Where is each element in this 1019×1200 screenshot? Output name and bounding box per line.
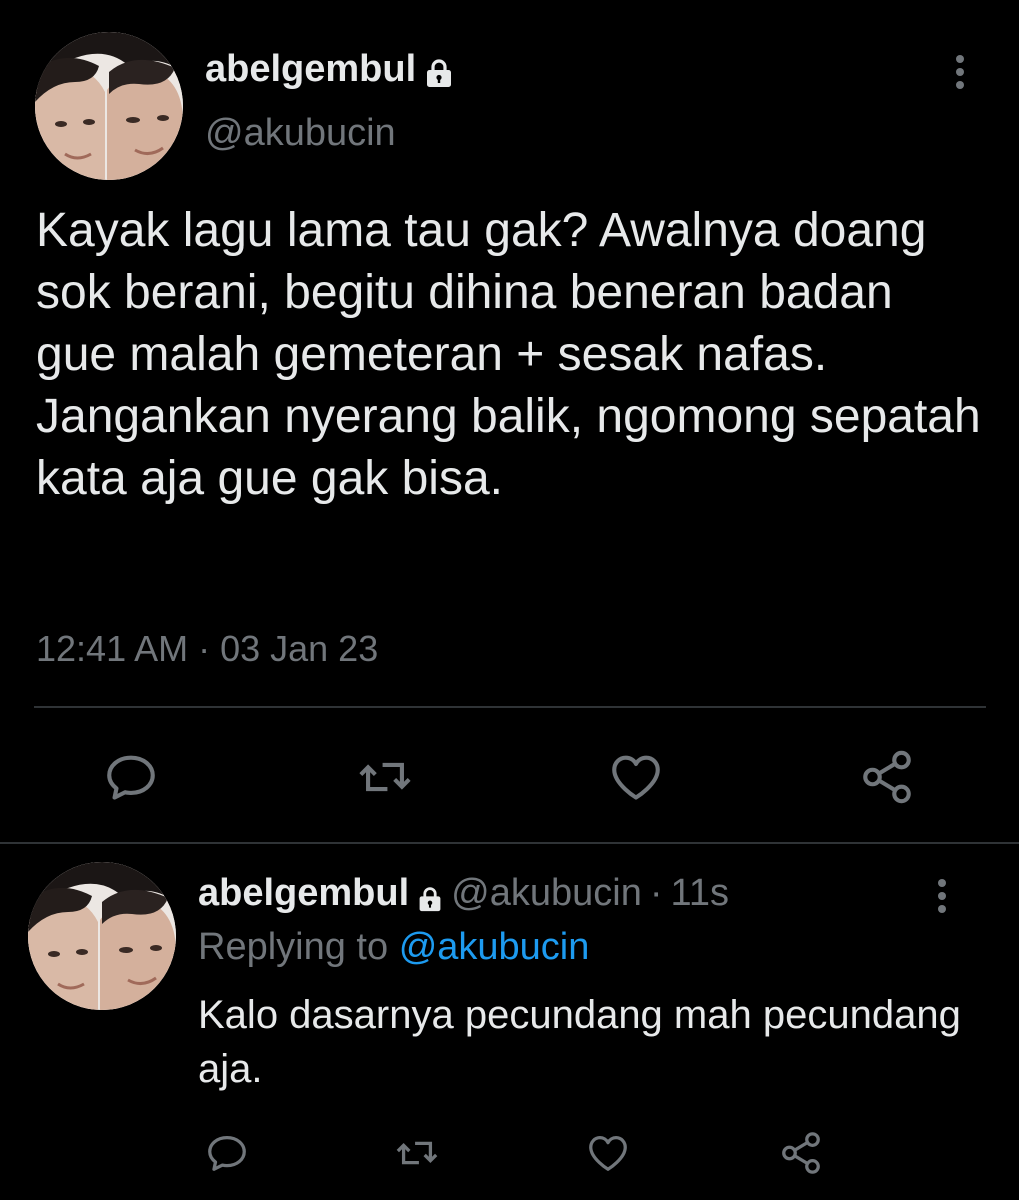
- display-name[interactable]: abelgembul: [205, 48, 454, 91]
- reply-display-name[interactable]: abelgembul: [198, 872, 443, 915]
- replying-mention-link[interactable]: @akubucin: [399, 926, 590, 968]
- tweet-text: Kayak lagu lama tau gak? Awalnya doang s…: [36, 204, 995, 505]
- more-vertical-icon[interactable]: [936, 878, 948, 914]
- share-icon: [782, 1132, 820, 1174]
- share-button[interactable]: [770, 1122, 832, 1184]
- reply-age[interactable]: 11s: [671, 872, 729, 915]
- avatar-photo: [35, 32, 183, 180]
- reply-button[interactable]: [196, 1122, 258, 1184]
- retweet-icon: [359, 762, 411, 792]
- like-button[interactable]: [577, 1122, 639, 1184]
- reply-display-name-text: abelgembul: [198, 872, 410, 914]
- heart-icon: [612, 755, 660, 800]
- like-button[interactable]: [605, 746, 667, 808]
- reply-separator: ·: [649, 872, 663, 914]
- replying-to: Replying to @akubucin: [198, 926, 589, 969]
- tweet-timestamp[interactable]: 12:41 AM · 03 Jan 23: [36, 628, 378, 670]
- retweet-button[interactable]: [354, 746, 416, 808]
- display-name-text: abelgembul: [205, 48, 417, 90]
- handle[interactable]: @akubucin: [205, 112, 396, 155]
- avatar-photo: [28, 862, 176, 1010]
- lock-icon: [424, 55, 454, 87]
- divider: [34, 706, 986, 708]
- retweet-icon: [396, 1141, 438, 1165]
- retweet-button[interactable]: [386, 1122, 448, 1184]
- share-button[interactable]: [856, 746, 918, 808]
- reply-text: Kalo dasarnya pecundang mah pecundang aj…: [198, 993, 972, 1091]
- reply-handle[interactable]: @akubucin: [451, 872, 642, 915]
- reply-icon: [107, 755, 155, 800]
- heart-icon: [589, 1136, 627, 1171]
- reply-avatar[interactable]: [28, 862, 176, 1010]
- replying-prefix: Replying to: [198, 926, 389, 968]
- divider: [0, 842, 1019, 844]
- reply-button[interactable]: [100, 746, 162, 808]
- share-icon: [863, 750, 911, 804]
- avatar[interactable]: [35, 32, 183, 180]
- reply-icon: [208, 1136, 246, 1171]
- more-vertical-icon[interactable]: [954, 54, 966, 90]
- lock-icon: [417, 880, 443, 911]
- reply-header: abelgembul @akubucin · 11s: [198, 872, 729, 915]
